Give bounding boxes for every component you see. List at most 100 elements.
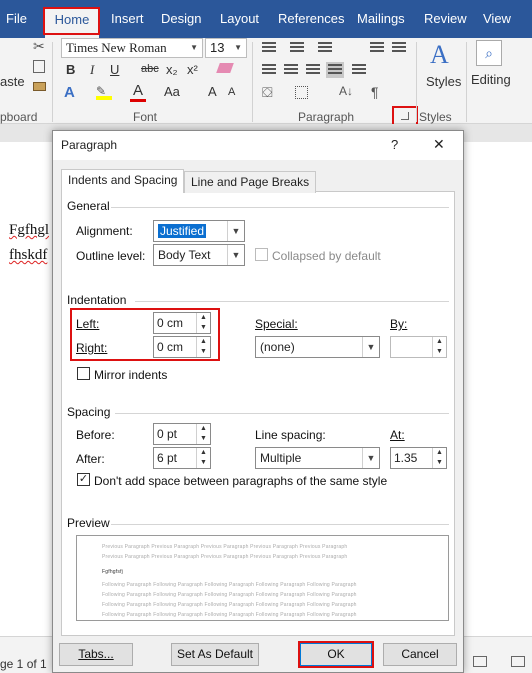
help-button[interactable]: ? xyxy=(391,137,398,152)
tab-view[interactable]: View xyxy=(483,0,511,38)
align-right-icon[interactable] xyxy=(306,64,320,76)
tab-indents-and-spacing[interactable]: Indents and Spacing xyxy=(61,169,185,193)
paragraph-dialog: Paragraph ? ✕ Indents and Spacing Line a… xyxy=(52,130,464,673)
subscript-button[interactable]: x₂ xyxy=(166,62,178,77)
line-spacing-label: Line spacing: xyxy=(255,428,326,442)
borders-icon[interactable] xyxy=(295,86,308,99)
document-page-right xyxy=(464,142,532,636)
web-layout-icon[interactable] xyxy=(511,656,525,667)
font-name-value: Times New Roman xyxy=(66,40,167,55)
indent-left-value: 0 cm xyxy=(157,316,184,330)
spacing-before-input[interactable]: 0 pt ▲ ▼ xyxy=(153,423,211,445)
mirror-indents-checkbox[interactable] xyxy=(77,367,90,380)
numbering-icon[interactable] xyxy=(290,42,304,54)
page-count[interactable]: ge 1 of 1 xyxy=(0,657,47,671)
bullets-icon[interactable] xyxy=(262,42,276,54)
line-spacing-select[interactable]: Multiple ▼ xyxy=(255,447,380,469)
increase-indent-icon[interactable] xyxy=(392,42,406,54)
divider xyxy=(135,301,449,302)
shading-icon[interactable]: ⛋ xyxy=(262,84,273,101)
outline-level-value: Body Text xyxy=(158,248,211,262)
by-input[interactable]: ▲ ▼ xyxy=(390,336,447,358)
font-name-box[interactable]: Times New Roman ▼ xyxy=(61,38,203,58)
text-effects-icon[interactable]: A xyxy=(64,84,75,101)
styles-group-label: Styles xyxy=(419,110,452,124)
special-value: (none) xyxy=(260,340,295,354)
special-select[interactable]: (none) ▼ xyxy=(255,336,380,358)
tab-design[interactable]: Design xyxy=(161,0,201,38)
collapsed-checkbox[interactable] xyxy=(255,248,268,261)
indent-left-input[interactable]: 0 cm ▲ ▼ xyxy=(153,312,211,334)
close-button[interactable]: ✕ xyxy=(433,136,445,153)
tab-layout[interactable]: Layout xyxy=(220,0,259,38)
font-color-icon[interactable]: A xyxy=(130,82,146,102)
spinner-icon[interactable]: ▲ ▼ xyxy=(196,424,210,444)
highlight-icon[interactable]: ✎ xyxy=(96,84,112,100)
change-case-button[interactable]: Aa xyxy=(164,84,180,99)
separator xyxy=(466,42,467,122)
multilevel-list-icon[interactable] xyxy=(318,42,332,54)
justify-icon[interactable] xyxy=(326,62,344,78)
line-spacing-icon[interactable] xyxy=(352,64,366,76)
bold-button[interactable]: B xyxy=(66,62,75,77)
tab-insert[interactable]: Insert xyxy=(111,0,144,38)
format-painter-icon[interactable] xyxy=(33,82,46,91)
cut-icon[interactable]: ✂ xyxy=(33,38,45,55)
tab-line-and-page-breaks[interactable]: Line and Page Breaks xyxy=(184,171,317,193)
editing-button[interactable]: Editing xyxy=(471,72,511,87)
spinner-icon[interactable]: ▲ ▼ xyxy=(196,313,210,333)
chevron-down-icon: ▼ xyxy=(227,245,244,265)
at-label: At: xyxy=(390,428,405,442)
cancel-button[interactable]: Cancel xyxy=(383,643,457,666)
tab-home[interactable]: Home xyxy=(45,8,99,38)
divider xyxy=(111,207,449,208)
strikethrough-button[interactable]: abc xyxy=(141,63,159,75)
set-as-default-button[interactable]: Set As Default xyxy=(171,643,259,666)
preview-sample-text: Fgfhgfsfj xyxy=(102,569,123,575)
decrease-indent-icon[interactable] xyxy=(370,42,384,54)
tab-file[interactable]: File xyxy=(6,0,27,38)
special-label: Special: xyxy=(255,317,298,331)
at-value: 1.35 xyxy=(394,451,418,465)
sort-icon[interactable]: A↓ xyxy=(339,84,353,98)
paragraph-dialog-launcher-icon[interactable] xyxy=(401,112,409,120)
tab-review[interactable]: Review xyxy=(424,0,467,38)
underline-button[interactable]: U xyxy=(110,62,119,77)
align-center-icon[interactable] xyxy=(284,64,298,76)
at-input[interactable]: 1.35 ▲ ▼ xyxy=(390,447,447,469)
styles-icon[interactable]: A xyxy=(430,40,449,70)
print-layout-icon[interactable] xyxy=(473,656,487,667)
alignment-label: Alignment: xyxy=(76,224,133,238)
grow-font-button[interactable]: A xyxy=(208,84,217,99)
dialog-title-bar: Paragraph ? ✕ xyxy=(53,131,463,160)
spinner-icon[interactable]: ▲ ▼ xyxy=(432,337,446,357)
styles-button[interactable]: Styles xyxy=(426,74,461,89)
ok-button[interactable]: OK xyxy=(300,643,372,666)
dont-add-space-checkbox[interactable]: ✓ xyxy=(77,473,90,486)
align-left-icon[interactable] xyxy=(262,64,276,76)
preview-heading: Preview xyxy=(67,516,110,530)
preview-following-text: Following Paragraph Following Paragraph … xyxy=(102,602,357,608)
before-label: Before: xyxy=(76,428,115,442)
tabs-button[interactable]: Tabs... xyxy=(59,643,133,666)
alignment-select[interactable]: Justified ▼ xyxy=(153,220,245,242)
italic-button[interactable]: I xyxy=(90,62,94,78)
clear-formatting-icon[interactable] xyxy=(216,63,234,73)
font-size-box[interactable]: 13 ▼ xyxy=(205,38,247,58)
superscript-button[interactable]: x² xyxy=(187,62,198,77)
search-icon[interactable]: ⌕ xyxy=(476,40,502,66)
tab-mailings[interactable]: Mailings xyxy=(357,0,405,38)
document-page[interactable]: Fgfhgl fhskdf xyxy=(0,142,52,636)
spinner-icon[interactable]: ▲ ▼ xyxy=(196,448,210,468)
copy-icon[interactable] xyxy=(33,60,45,73)
pilcrow-icon[interactable]: ¶ xyxy=(371,84,379,100)
shrink-font-button[interactable]: A xyxy=(228,86,235,98)
spinner-icon[interactable]: ▲ ▼ xyxy=(196,337,210,357)
spacing-after-input[interactable]: 6 pt ▲ ▼ xyxy=(153,447,211,469)
spinner-icon[interactable]: ▲ ▼ xyxy=(432,448,446,468)
paste-button-label[interactable]: aste xyxy=(0,74,25,89)
tab-references[interactable]: References xyxy=(278,0,344,38)
indent-right-input[interactable]: 0 cm ▲ ▼ xyxy=(153,336,211,358)
divider xyxy=(111,524,449,525)
outline-level-select[interactable]: Body Text ▼ xyxy=(153,244,245,266)
